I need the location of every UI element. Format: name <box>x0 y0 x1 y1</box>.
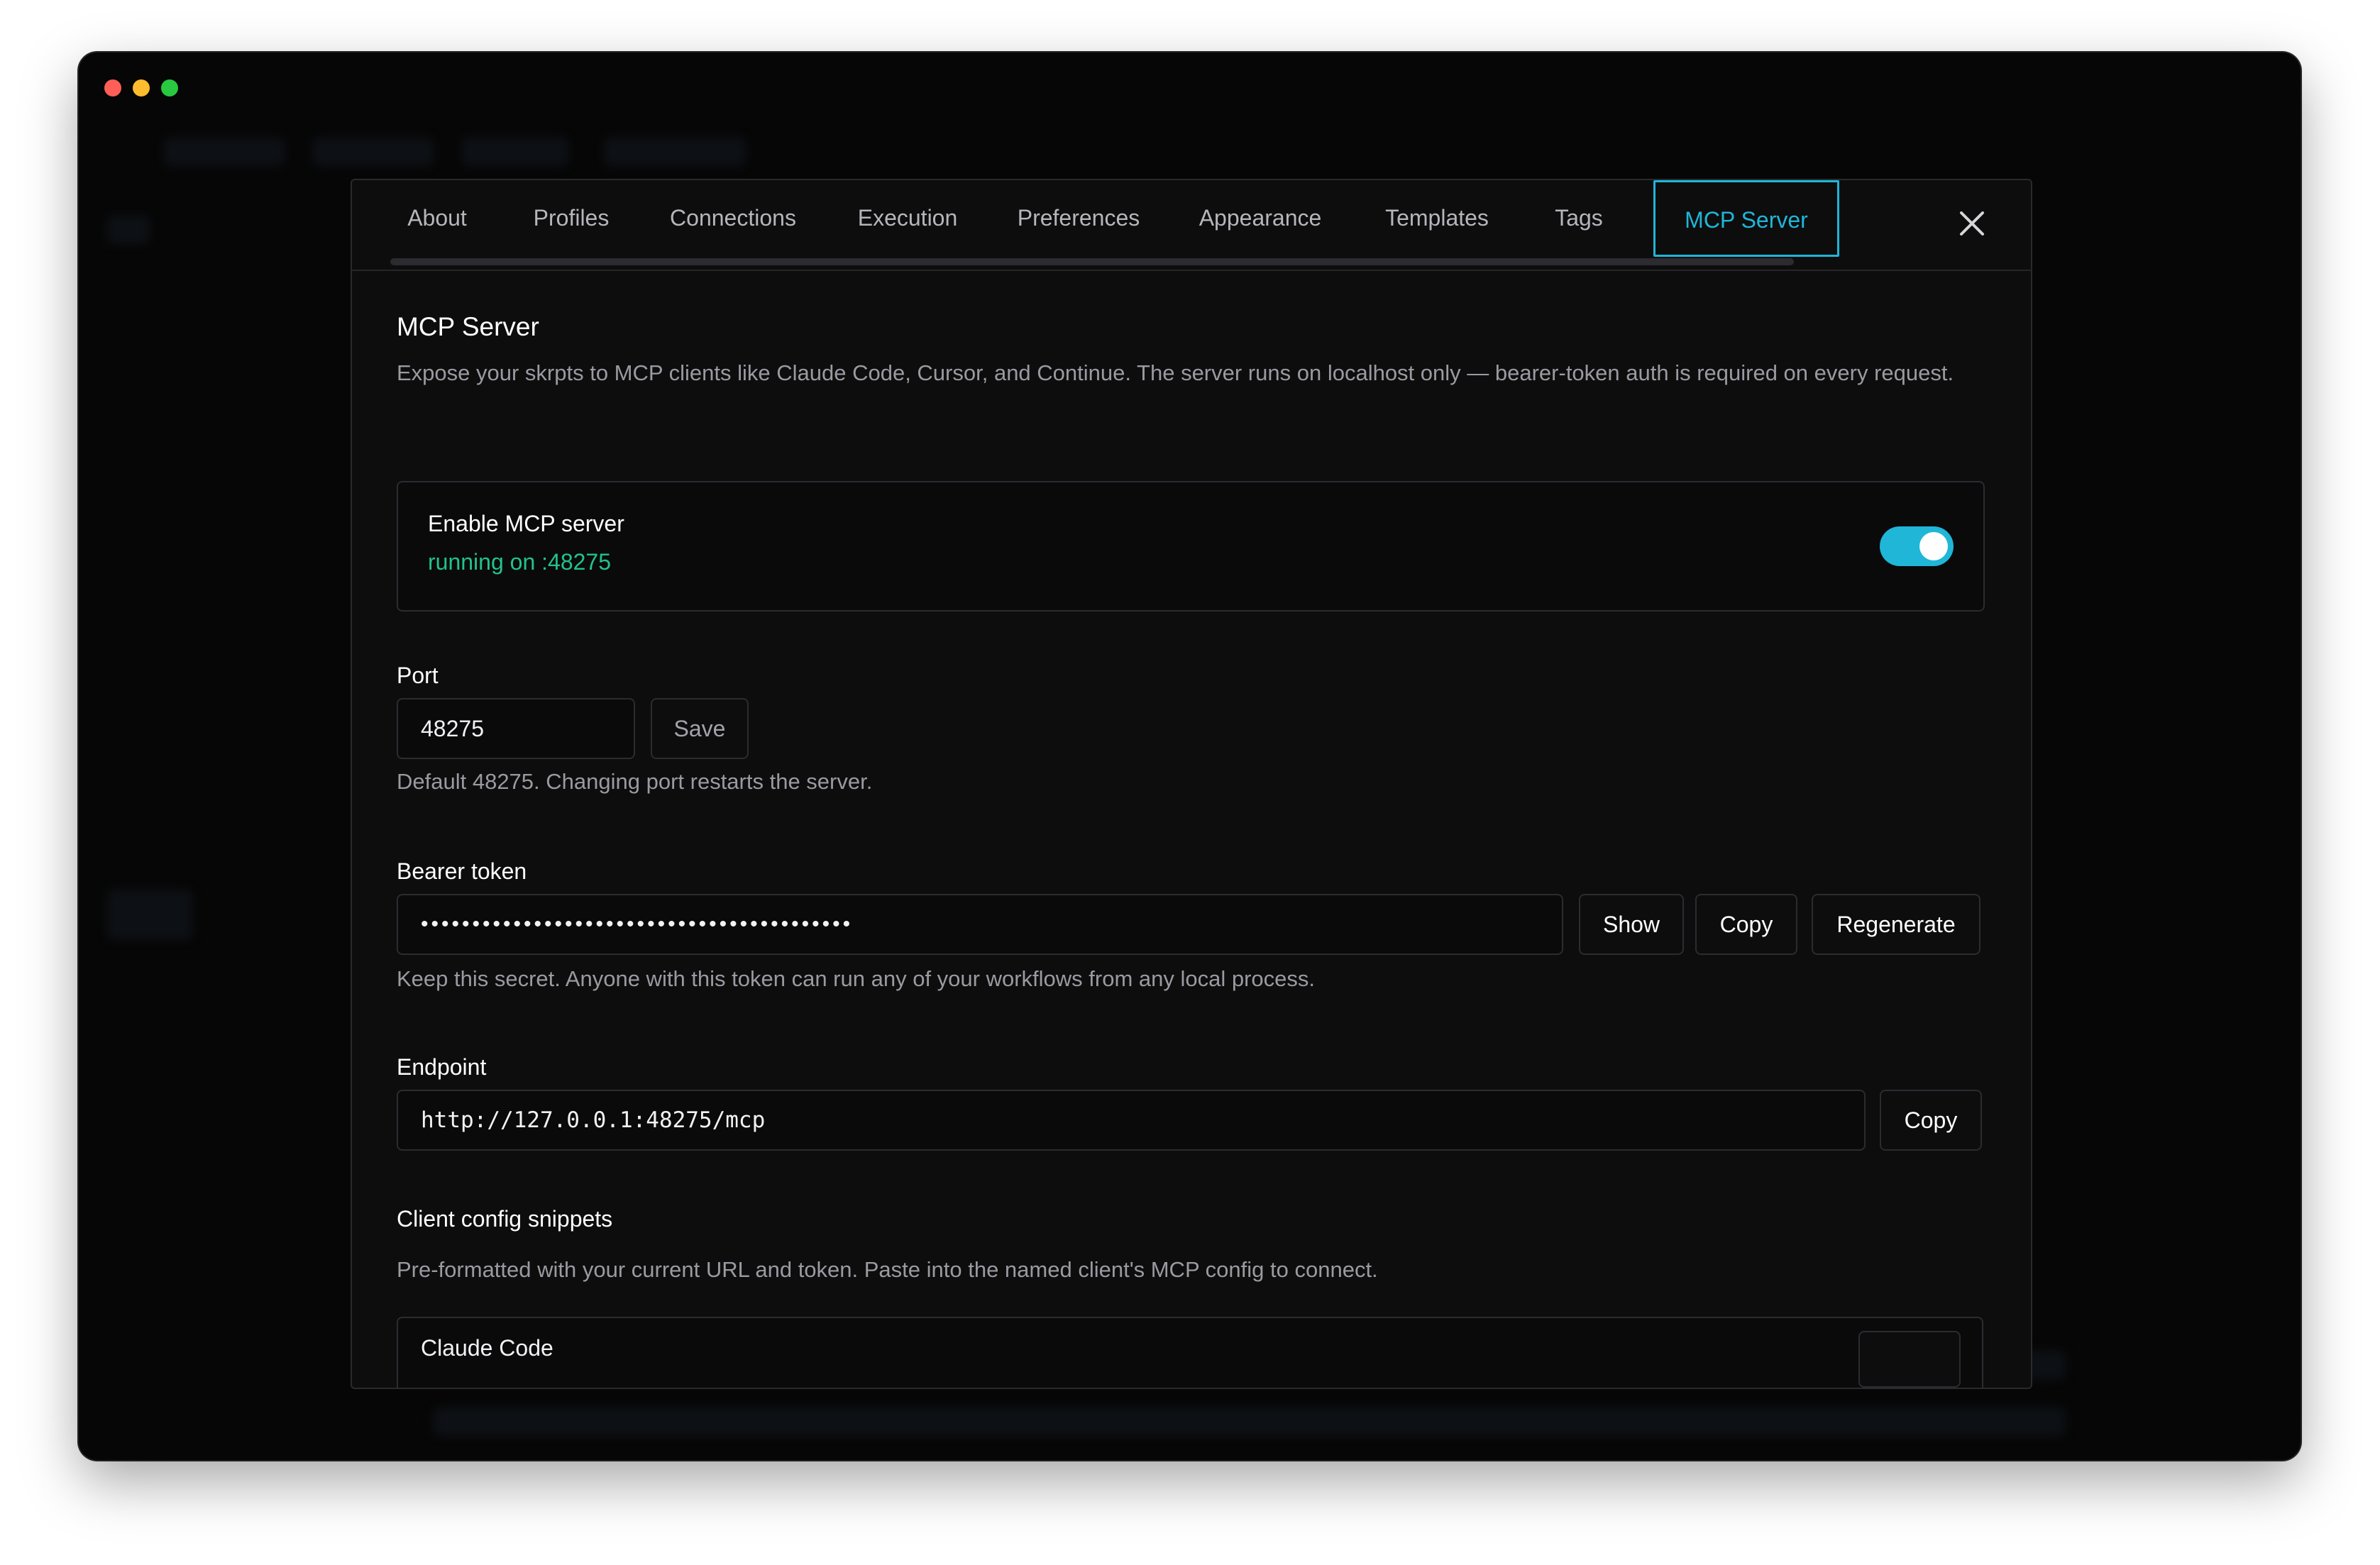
enable-mcp-label: Enable MCP server <box>428 511 624 536</box>
show-token-button[interactable]: Show <box>1579 894 1684 955</box>
zoom-window-button[interactable] <box>161 79 178 96</box>
copy-snippet-button[interactable] <box>1858 1331 1961 1388</box>
client-snippets-hint: Pre-formatted with your current URL and … <box>397 1257 1378 1282</box>
close-icon[interactable] <box>1956 207 1988 240</box>
settings-tabs: About Profiles Connections Execution Pre… <box>352 180 2031 271</box>
tab-appearance[interactable]: Appearance <box>1191 180 1330 257</box>
section-title: MCP Server <box>397 312 539 341</box>
bearer-token-field[interactable]: ••••••••••••••••••••••••••••••••••••••••… <box>397 894 1563 955</box>
tab-connections[interactable]: Connections <box>659 180 808 257</box>
port-label: Port <box>397 663 439 688</box>
tab-about[interactable]: About <box>393 180 481 257</box>
minimize-window-button[interactable] <box>133 79 150 96</box>
enable-mcp-toggle[interactable] <box>1880 526 1954 566</box>
copy-token-button[interactable]: Copy <box>1695 894 1797 955</box>
tab-tags[interactable]: Tags <box>1540 180 1618 257</box>
toggle-knob <box>1919 532 1948 560</box>
endpoint-label: Endpoint <box>397 1054 487 1080</box>
tabs-scrollbar[interactable] <box>390 258 1794 265</box>
save-port-button[interactable]: Save <box>651 698 749 759</box>
bearer-token-label: Bearer token <box>397 858 527 884</box>
snippet-client-name: Claude Code <box>421 1335 553 1361</box>
tab-templates[interactable]: Templates <box>1370 180 1504 257</box>
tab-profiles[interactable]: Profiles <box>525 180 617 257</box>
tab-execution[interactable]: Execution <box>847 180 968 257</box>
port-hint: Default 48275. Changing port restarts th… <box>397 769 873 794</box>
snippet-card-claude-code: Claude Code <box>397 1317 1983 1388</box>
copy-endpoint-button[interactable]: Copy <box>1880 1090 1982 1151</box>
window-controls <box>104 79 178 96</box>
tab-mcp-server[interactable]: MCP Server <box>1653 180 1839 257</box>
tab-preferences[interactable]: Preferences <box>1008 180 1150 257</box>
bearer-token-hint: Keep this secret. Anyone with this token… <box>397 966 1316 991</box>
section-description: Expose your skrpts to MCP clients like C… <box>397 360 1954 385</box>
regenerate-token-button[interactable]: Regenerate <box>1812 894 1980 955</box>
port-input[interactable]: 48275 <box>397 698 635 759</box>
server-status: running on :48275 <box>428 549 611 575</box>
app-window: About Profiles Connections Execution Pre… <box>79 52 2301 1460</box>
endpoint-field[interactable]: http://127.0.0.1:48275/mcp <box>397 1090 1866 1151</box>
client-snippets-label: Client config snippets <box>397 1206 613 1232</box>
enable-mcp-card: Enable MCP server running on :48275 <box>397 481 1985 612</box>
close-window-button[interactable] <box>104 79 121 96</box>
settings-modal: About Profiles Connections Execution Pre… <box>351 179 2032 1389</box>
